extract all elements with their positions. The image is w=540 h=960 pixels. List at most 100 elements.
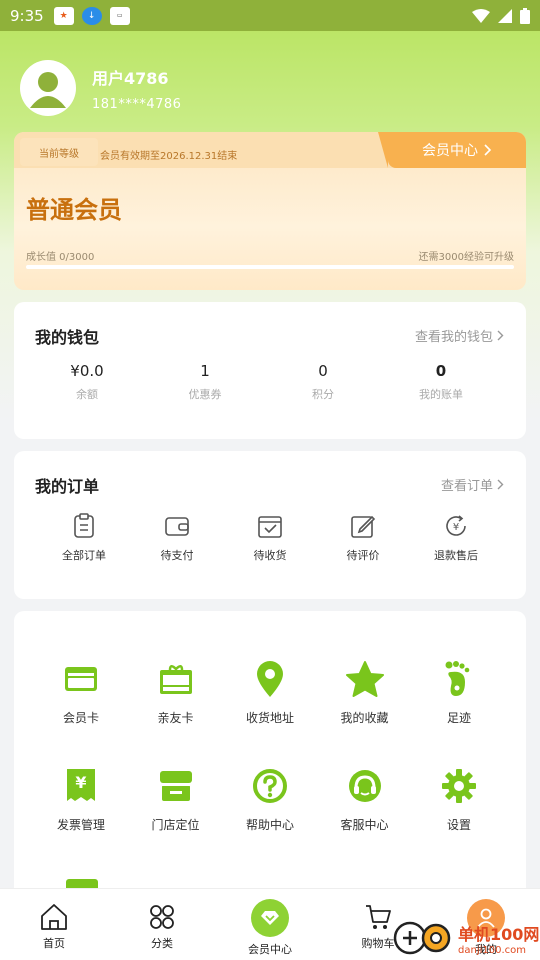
service-member-card-label: 会员卡 <box>62 711 99 725</box>
service-customer-service[interactable]: 客服中心 <box>318 764 412 871</box>
default-avatar-icon <box>30 72 66 108</box>
avatar[interactable] <box>20 60 76 116</box>
footprint-icon <box>412 657 506 701</box>
services-card: 会员卡 亲友卡 收货地址 我的收藏 足迹 ¥ 发票管理 门店定位 帮助中心 客服… <box>14 611 526 911</box>
wallet-points-label: 积分 <box>312 388 334 401</box>
service-invoice-label: 发票管理 <box>56 818 105 832</box>
wallet-bills-value: 0 <box>435 362 447 380</box>
gift-card-icon <box>129 657 223 701</box>
wallet-icon <box>131 511 223 541</box>
view-orders-label: 查看订单 <box>440 479 493 494</box>
service-store-locator-label: 门店定位 <box>151 818 200 832</box>
wallet-balance-value: ¥0.0 <box>70 362 104 380</box>
service-gift-card-label: 亲友卡 <box>157 711 194 725</box>
wallet-points-value: 0 <box>318 362 328 380</box>
chevron-right-icon <box>497 330 504 341</box>
nav-home[interactable]: 首页 <box>0 889 108 960</box>
service-gift-card[interactable]: 亲友卡 <box>129 657 223 764</box>
username: 用户4786 <box>92 68 169 88</box>
member-center-link[interactable]: 会员中心 <box>378 132 526 168</box>
service-address-label: 收货地址 <box>245 711 294 725</box>
box-check-icon <box>224 511 316 541</box>
view-orders-link[interactable]: 查看订单 <box>441 475 504 494</box>
growth-value: 成长值 0/3000 <box>26 252 95 263</box>
service-customer-service-label: 客服中心 <box>340 818 389 832</box>
wallet-coupons[interactable]: 1 优惠券 <box>146 362 264 402</box>
order-all[interactable]: 全部订单 <box>38 511 130 563</box>
view-wallet-label: 查看我的钱包 <box>414 330 493 345</box>
app-notification-icon-2: ▭ <box>109 6 130 25</box>
edit-icon <box>317 511 409 541</box>
support-icon <box>318 764 412 808</box>
service-help-center[interactable]: 帮助中心 <box>223 764 317 871</box>
wallet-title: 我的钱包 <box>35 328 100 347</box>
wallet-bills-label: 我的账单 <box>419 388 463 401</box>
order-pending-receipt[interactable]: 待收货 <box>224 511 316 563</box>
wallet-card: 我的钱包 查看我的钱包 ¥0.0 余额 1 优惠券 0 积分 0 我的账单 <box>14 302 526 439</box>
membership-expiry: 会员有效期至2026.12.31结束 <box>100 151 238 162</box>
nav-category[interactable]: 分类 <box>108 889 216 960</box>
orders-title: 我的订单 <box>35 477 100 496</box>
gear-icon <box>412 764 506 808</box>
service-settings-label: 设置 <box>446 818 471 832</box>
view-wallet-link[interactable]: 查看我的钱包 <box>415 326 504 345</box>
growth-progress-bar <box>26 265 514 269</box>
star-icon <box>318 657 412 701</box>
svg-text:¥: ¥ <box>453 522 459 533</box>
svg-text:¥: ¥ <box>75 773 86 792</box>
order-pending-payment[interactable]: 待支付 <box>131 511 223 563</box>
level-tag: 当前等级 <box>20 138 98 166</box>
nav-member-center-label: 会员中心 <box>248 943 292 956</box>
signal-icon <box>498 8 512 23</box>
cart-icon <box>364 903 392 931</box>
service-address[interactable]: 收货地址 <box>223 657 317 764</box>
profile-header[interactable]: 用户4786 181****4786 <box>20 60 181 116</box>
service-member-card[interactable]: 会员卡 <box>34 657 128 764</box>
battery-icon <box>520 7 530 24</box>
wallet-points[interactable]: 0 积分 <box>264 362 382 402</box>
watermark: 单机100网 danji100.com <box>392 918 539 958</box>
app-notification-icon: ★ <box>53 6 74 25</box>
chevron-right-icon <box>484 144 492 156</box>
service-footprint-label: 足迹 <box>446 711 471 725</box>
wallet-balance-label: 余额 <box>76 388 98 401</box>
order-all-label: 全部订单 <box>62 549 106 562</box>
membership-card: 当前等级 会员有效期至2026.12.31结束 会员中心 普通会员 成长值 0/… <box>14 132 526 290</box>
growth-remaining: 还需3000经验可升级 <box>418 252 514 263</box>
service-favorites[interactable]: 我的收藏 <box>318 657 412 764</box>
wifi-icon <box>472 8 490 23</box>
status-bar: 9:35 ★ ↓ ▭ <box>0 0 540 31</box>
order-pending-review[interactable]: 待评价 <box>317 511 409 563</box>
service-footprint[interactable]: 足迹 <box>412 657 506 764</box>
wallet-coupons-label: 优惠券 <box>188 388 222 401</box>
orders-card: 我的订单 查看订单 全部订单 待支付 待收货 待评价 ¥ 退款售后 <box>14 451 526 599</box>
location-icon <box>223 657 317 701</box>
chevron-right-icon <box>497 479 504 490</box>
member-center-label: 会员中心 <box>422 143 478 159</box>
nav-cart-label: 购物车 <box>361 937 395 950</box>
help-icon <box>223 764 317 808</box>
download-icon: ↓ <box>81 6 102 25</box>
order-pending-review-label: 待评价 <box>346 549 380 562</box>
refund-icon: ¥ <box>410 511 502 541</box>
service-invoice[interactable]: ¥ 发票管理 <box>34 764 128 871</box>
clipboard-icon <box>38 511 130 541</box>
member-icon <box>251 899 289 937</box>
order-pending-payment-label: 待支付 <box>160 549 194 562</box>
invoice-icon: ¥ <box>34 764 128 808</box>
service-favorites-label: 我的收藏 <box>340 711 389 725</box>
card-icon <box>34 657 128 701</box>
nav-home-label: 首页 <box>43 937 65 950</box>
wallet-bills[interactable]: 0 我的账单 <box>382 362 500 402</box>
member-level: 普通会员 <box>26 196 122 224</box>
watermark-logo-icon <box>393 921 451 955</box>
phone-number: 181****4786 <box>92 96 182 112</box>
service-settings[interactable]: 设置 <box>412 764 506 871</box>
nav-member-center[interactable]: 会员中心 <box>216 889 324 960</box>
service-help-center-label: 帮助中心 <box>245 818 294 832</box>
order-refund[interactable]: ¥ 退款售后 <box>410 511 502 563</box>
watermark-subtext: danji100.com <box>458 944 526 956</box>
order-pending-receipt-label: 待收货 <box>253 549 287 562</box>
wallet-balance[interactable]: ¥0.0 余额 <box>28 362 146 402</box>
service-store-locator[interactable]: 门店定位 <box>129 764 223 871</box>
